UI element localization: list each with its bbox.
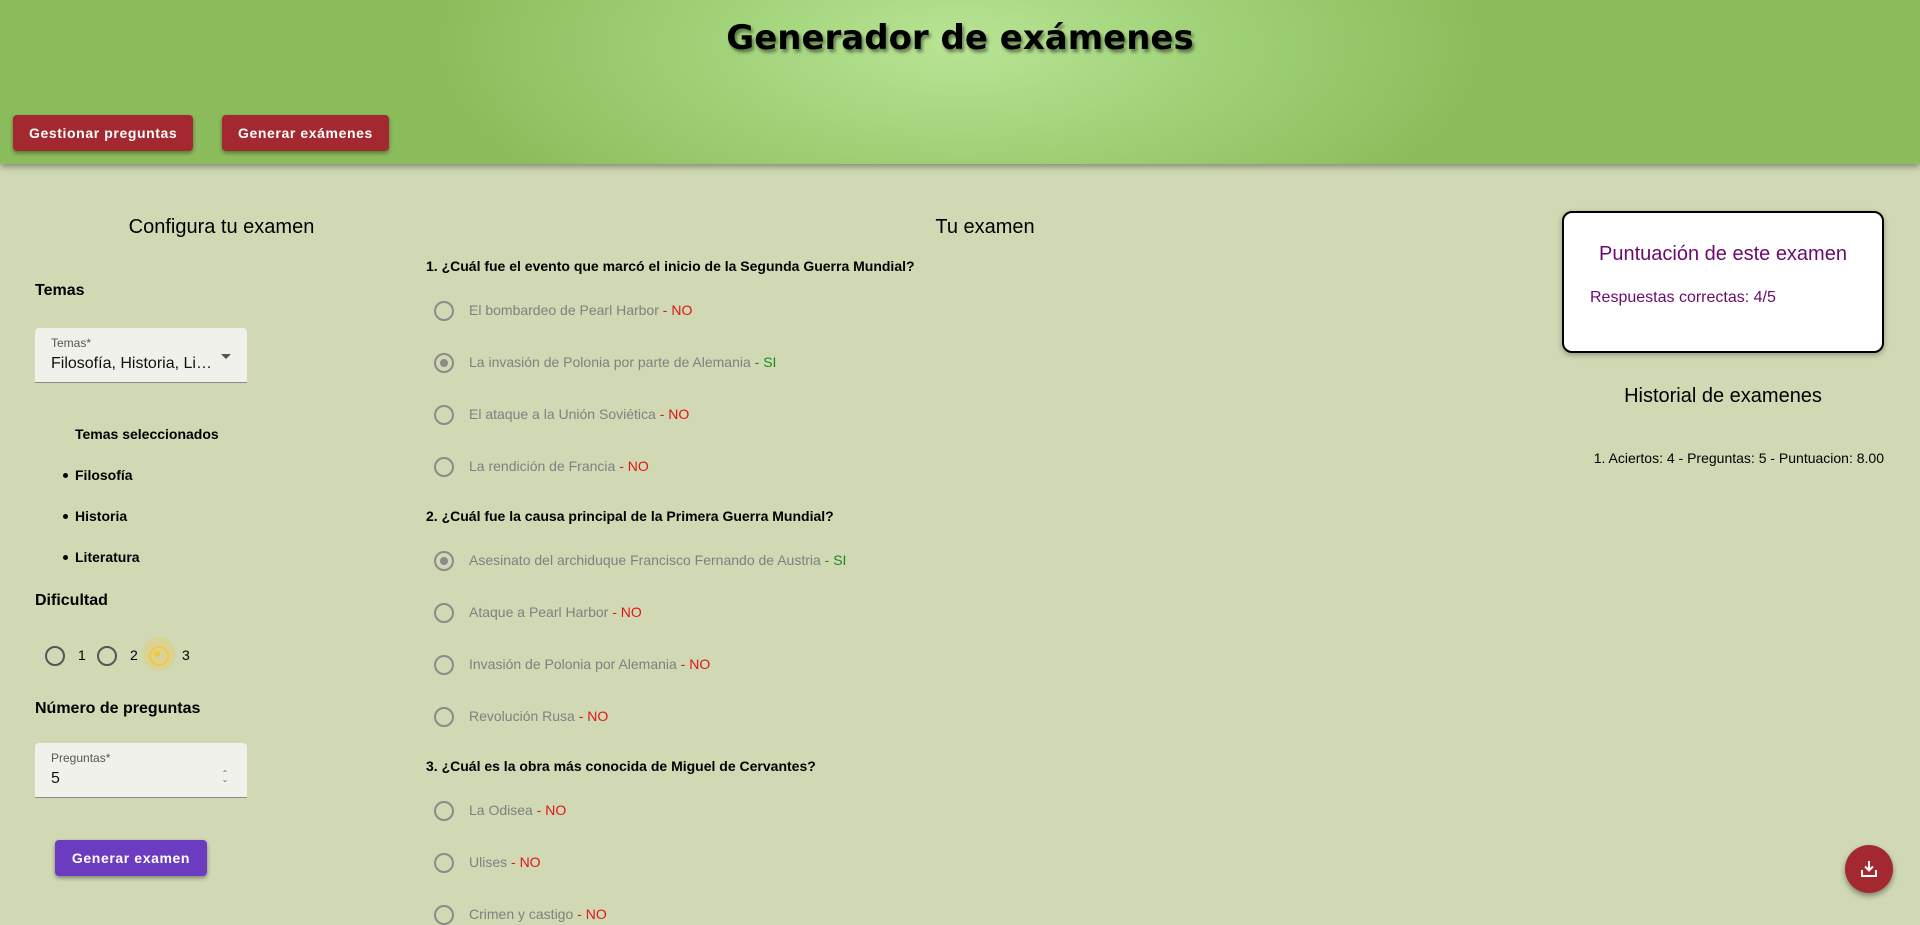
download-icon <box>1861 861 1877 877</box>
selected-topics-heading: Temas seleccionados <box>75 426 219 442</box>
bullet <box>63 514 68 519</box>
radio-circle <box>434 353 454 373</box>
answer-text: Invasión de Polonia por Alemania <box>469 656 677 672</box>
bullet <box>63 473 68 478</box>
answer-option: La invasión de Polonia por parte de Alem… <box>469 354 776 370</box>
answer-radio[interactable] <box>434 551 454 571</box>
topics-heading: Temas <box>35 282 85 299</box>
questions-count-value: 5 <box>51 770 60 787</box>
radio-circle <box>434 551 454 571</box>
radio-circle <box>434 801 454 821</box>
answer-text: La Odisea <box>469 802 533 818</box>
answer-radio[interactable] <box>434 853 454 873</box>
difficulty-radio-1[interactable] <box>45 646 65 666</box>
difficulty-radio-3[interactable] <box>149 646 169 666</box>
answer-text: Ataque a Pearl Harbor <box>469 604 609 620</box>
history-item: 1. Aciertos: 4 - Preguntas: 5 - Puntuaci… <box>1593 450 1884 466</box>
answer-option: El bombardeo de Pearl Harbor - NO <box>469 302 692 318</box>
exam-title: Tu examen <box>935 216 1035 238</box>
topic-item: Literatura <box>75 549 140 565</box>
radio-circle <box>434 603 454 623</box>
difficulty-label-1: 1 <box>78 647 86 663</box>
answer-result: - NO <box>577 906 607 922</box>
answer-result: - NO <box>511 854 541 870</box>
question-text: 3. ¿Cuál es la obra más conocida de Migu… <box>426 758 816 774</box>
answer-result: - NO <box>619 458 649 474</box>
difficulty-label-2: 2 <box>130 647 138 663</box>
topic-item: Filosofía <box>75 467 133 483</box>
bullet <box>63 555 68 560</box>
answer-result: - NO <box>659 406 690 422</box>
answer-result: - NO <box>578 708 609 724</box>
radio-circle <box>434 655 454 675</box>
radio-circle <box>434 853 454 873</box>
answer-radio[interactable] <box>434 905 454 925</box>
answer-text: El ataque a la Unión Soviética <box>469 406 656 422</box>
history-title: Historial de examenes <box>1624 385 1822 407</box>
answer-radio[interactable] <box>434 603 454 623</box>
topics-select-value: Filosofía, Historia, Li… <box>51 355 212 372</box>
radio-circle <box>434 707 454 727</box>
question-text: 1. ¿Cuál fue el evento que marcó el inic… <box>426 258 915 274</box>
answer-option: Ulises - NO <box>469 854 541 870</box>
difficulty-heading: Dificultad <box>35 592 108 609</box>
answer-option: El ataque a la Unión Soviética - NO <box>469 406 689 422</box>
score-title: Puntuación de este examen <box>1599 243 1847 265</box>
chevron-down-icon <box>221 354 231 359</box>
topics-select-label: Temas* <box>51 336 92 350</box>
topic-item: Historia <box>75 508 128 524</box>
answer-radio[interactable] <box>434 301 454 321</box>
question-text: 2. ¿Cuál fue la causa principal de la Pr… <box>426 508 834 524</box>
answer-text: Crimen y castigo <box>469 906 574 922</box>
radio-circle <box>434 405 454 425</box>
config-title: Configura tu examen <box>128 216 315 238</box>
answer-option: Ataque a Pearl Harbor - NO <box>469 604 642 620</box>
difficulty-radio-2[interactable] <box>97 646 117 666</box>
answer-result: - NO <box>536 802 567 818</box>
questions-count-label: Preguntas* <box>51 751 111 765</box>
answer-text: La rendición de Francia <box>469 458 616 474</box>
answer-text: El bombardeo de Pearl Harbor <box>469 302 659 318</box>
manage-questions-button[interactable]: Gestionar preguntas <box>13 115 194 151</box>
answer-result: - NO <box>612 604 642 620</box>
questions-count-input[interactable]: Preguntas* 5 ⌃ ⌄ <box>35 743 247 798</box>
radio-circle <box>434 905 454 925</box>
download-button[interactable] <box>1845 845 1893 893</box>
answer-result: - NO <box>662 302 693 318</box>
answer-radio[interactable] <box>434 707 454 727</box>
radio-circle <box>434 301 454 321</box>
answer-option: La rendición de Francia - NO <box>469 458 649 474</box>
answer-option: Crimen y castigo - NO <box>469 906 607 922</box>
answer-option: Invasión de Polonia por Alemania - NO <box>469 656 710 672</box>
answer-result: - NO <box>680 656 711 672</box>
answer-radio[interactable] <box>434 801 454 821</box>
answer-option: La Odisea - NO <box>469 802 566 818</box>
generate-exam-button[interactable]: Generar examen <box>55 840 207 876</box>
score-text: Respuestas correctas: 4/5 <box>1590 289 1776 306</box>
score-card: Puntuación de este examen Respuestas cor… <box>1562 211 1884 353</box>
answer-text: Ulises <box>469 854 508 870</box>
answer-result: - SI <box>824 552 847 568</box>
answer-text: Revolución Rusa <box>469 708 575 724</box>
answer-result: - SI <box>754 354 777 370</box>
radio-circle <box>434 457 454 477</box>
spin-arrows-icon[interactable]: ⌃ ⌄ <box>221 770 229 784</box>
app-title: Generador de exámenes <box>726 18 1194 58</box>
topics-select[interactable]: Temas* Filosofía, Historia, Li… <box>35 328 247 383</box>
generate-exams-button[interactable]: Generar exámenes <box>222 115 389 151</box>
answer-radio[interactable] <box>434 655 454 675</box>
answer-radio[interactable] <box>434 405 454 425</box>
answer-text: La invasión de Polonia por parte de Alem… <box>469 354 751 370</box>
answer-option: Asesinato del archiduque Francisco Ferna… <box>469 552 846 568</box>
questions-count-heading: Número de preguntas <box>35 700 201 717</box>
answer-option: Revolución Rusa - NO <box>469 708 608 724</box>
answer-text: Asesinato del archiduque Francisco Ferna… <box>469 552 821 568</box>
app-header: Generador de exámenes Gestionar pregunta… <box>0 0 1920 164</box>
answer-radio[interactable] <box>434 457 454 477</box>
difficulty-label-3: 3 <box>182 647 190 663</box>
answer-radio[interactable] <box>434 353 454 373</box>
